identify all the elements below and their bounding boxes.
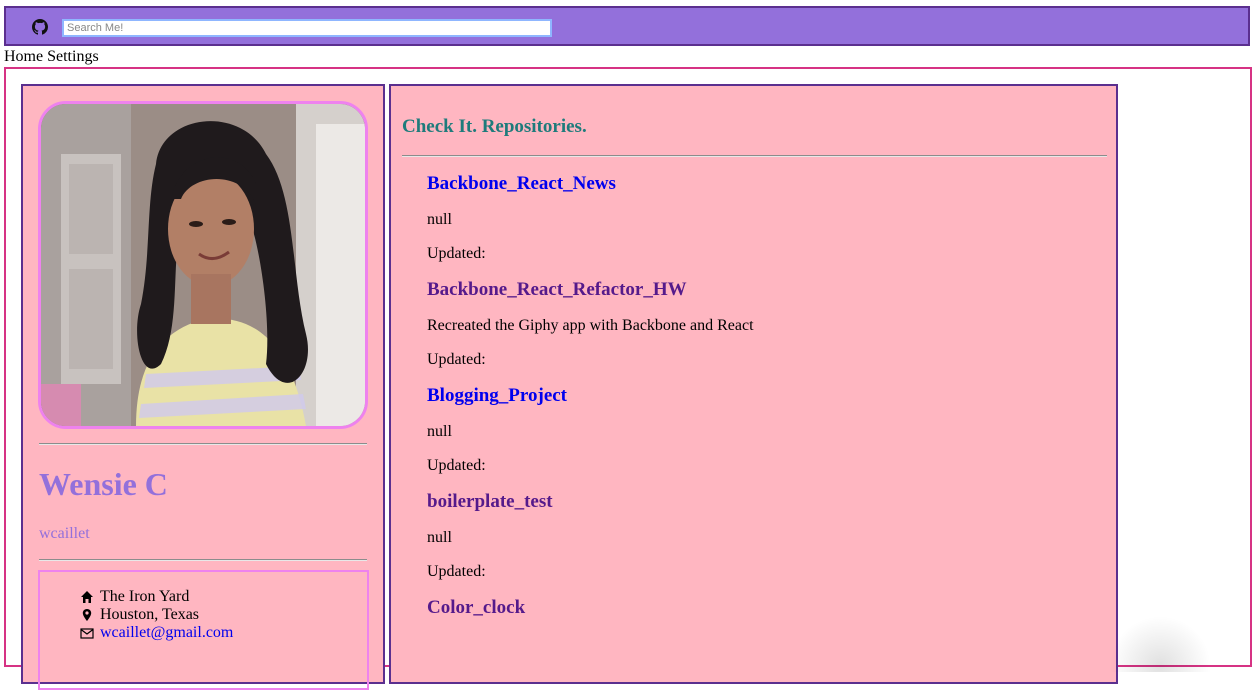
repository-item: Backbone_React_News null Updated: bbox=[427, 173, 1107, 263]
nav-links: Home Settings bbox=[4, 48, 99, 66]
repositories-divider bbox=[402, 155, 1107, 157]
repository-list: Backbone_React_News null Updated: Backbo… bbox=[427, 173, 1107, 635]
github-icon[interactable] bbox=[32, 19, 48, 35]
company-row: The Iron Yard bbox=[80, 588, 189, 606]
location-text: Houston, Texas bbox=[100, 606, 200, 623]
repository-item: boilerplate_test null Updated: bbox=[427, 491, 1107, 581]
profile-info-box: The Iron Yard Houston, Texas wcaillet@gm… bbox=[38, 570, 369, 690]
company-text: The Iron Yard bbox=[100, 588, 190, 605]
email-link[interactable]: wcaillet@gmail.com bbox=[100, 624, 233, 642]
repository-description: null bbox=[427, 529, 452, 546]
profile-panel: Wensie C wcaillet The Iron Yard Houston,… bbox=[21, 84, 385, 690]
repository-updated: Updated: bbox=[427, 245, 486, 262]
repository-updated: Updated: bbox=[427, 563, 486, 580]
profile-avatar bbox=[38, 101, 368, 429]
repository-description: null bbox=[427, 423, 452, 440]
profile-divider-top bbox=[39, 443, 367, 445]
top-bar bbox=[4, 6, 1250, 46]
nav-home-link[interactable]: Home bbox=[4, 48, 43, 65]
home-icon bbox=[80, 590, 94, 604]
repositories-heading: Check It. Repositories. bbox=[402, 116, 587, 137]
repository-name-link[interactable]: Backbone_React_News bbox=[427, 173, 1107, 195]
repository-description: null bbox=[427, 211, 452, 228]
profile-login-link[interactable]: wcaillet bbox=[39, 525, 90, 543]
repository-name-link[interactable]: Blogging_Project bbox=[427, 385, 1107, 407]
nav-settings-link[interactable]: Settings bbox=[47, 48, 99, 65]
repository-item: Blogging_Project null Updated: bbox=[427, 385, 1107, 475]
location-row: Houston, Texas bbox=[80, 606, 199, 624]
profile-name: Wensie C bbox=[39, 466, 168, 502]
envelope-icon bbox=[80, 626, 94, 640]
repository-name-link[interactable]: Backbone_React_Refactor_HW bbox=[427, 279, 1107, 301]
profile-divider-bottom bbox=[39, 559, 367, 561]
repository-name-link[interactable]: Color_clock bbox=[427, 597, 1107, 619]
repositories-panel: Check It. Repositories. Backbone_React_N… bbox=[389, 84, 1118, 684]
scroll-shadow bbox=[1105, 612, 1215, 672]
repository-updated: Updated: bbox=[427, 351, 486, 368]
repository-updated: Updated: bbox=[427, 457, 486, 474]
map-marker-icon bbox=[80, 608, 94, 622]
repository-name-link[interactable]: boilerplate_test bbox=[427, 491, 1107, 513]
email-row: wcaillet@gmail.com bbox=[80, 624, 233, 642]
repository-item: Color_clock bbox=[427, 597, 1107, 619]
search-input[interactable] bbox=[62, 19, 552, 37]
repository-description: Recreated the Giphy app with Backbone an… bbox=[427, 317, 754, 334]
repository-item: Backbone_React_Refactor_HW Recreated the… bbox=[427, 279, 1107, 369]
